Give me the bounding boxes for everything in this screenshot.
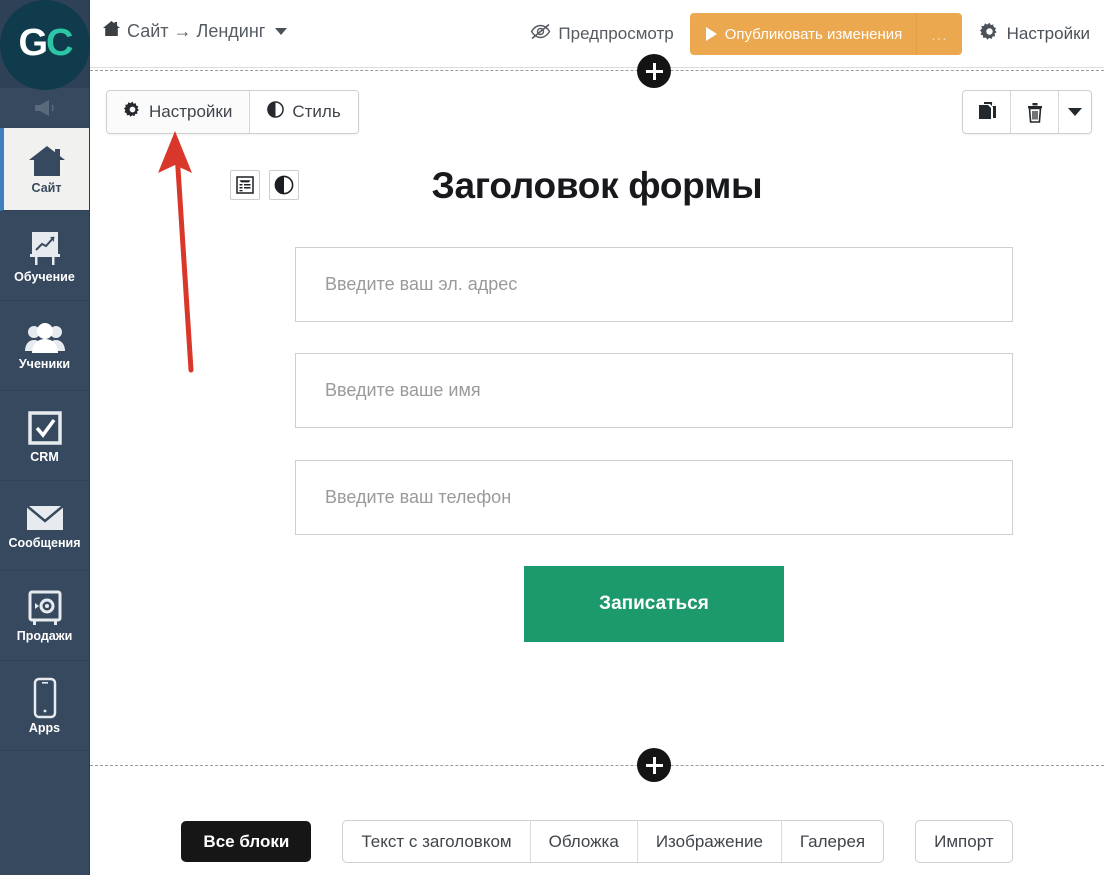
add-block-bottom[interactable] <box>637 748 671 782</box>
preview-button[interactable]: Предпросмотр <box>514 23 689 45</box>
logo-block[interactable]: GC <box>0 0 90 90</box>
email-field[interactable]: Введите ваш эл. адрес <box>295 247 1013 322</box>
settings-button[interactable]: Настройки <box>962 22 1104 46</box>
sidebar-item-label: Сообщения <box>8 535 81 550</box>
chevron-down-icon[interactable] <box>1059 91 1091 133</box>
sidebar-item-students[interactable]: Ученики <box>0 301 89 391</box>
phone-field[interactable]: Введите ваш телефон <box>295 460 1013 535</box>
name-field[interactable]: Введите ваше имя <box>295 353 1013 428</box>
publish-more-button[interactable]: ... <box>916 13 961 55</box>
users-icon <box>24 321 66 355</box>
palette-item-cover[interactable]: Обложка <box>531 821 638 862</box>
editor-canvas: Настройки Стиль Заголовок формы Введите … <box>90 54 1104 875</box>
eye-slash-icon <box>530 23 551 45</box>
palette-item-text-with-heading[interactable]: Текст с заголовком <box>343 821 531 862</box>
play-icon <box>705 27 717 41</box>
sidebar-item-label: Обучение <box>14 269 75 284</box>
sidebar-item-announcements[interactable] <box>0 88 89 128</box>
sidebar-item-messages[interactable]: Сообщения <box>0 481 89 571</box>
sidebar-item-label: Сайт <box>31 181 62 196</box>
publish-changes-button[interactable]: Опубликовать изменения ... <box>689 13 962 55</box>
palette-item-gallery[interactable]: Галерея <box>782 821 883 862</box>
sidebar-item-label: Apps <box>28 720 61 735</box>
block-settings-tabs: Настройки Стиль <box>106 90 359 134</box>
block-separator-bottom <box>90 765 1104 766</box>
block-separator-top <box>90 70 1104 71</box>
easel-chart-icon <box>25 228 65 268</box>
top-header: Сайт → Лендинг Предпросмотр Опубликовать… <box>90 0 1104 68</box>
publish-main[interactable]: Опубликовать изменения <box>690 13 917 55</box>
name-field-placeholder: Введите ваше имя <box>325 380 481 400</box>
logo-letter-g: G <box>18 22 48 64</box>
sidebar-item-label: Ученики <box>18 356 71 371</box>
block-action-buttons <box>962 90 1092 134</box>
sidebar-item-sales[interactable]: Продажи <box>0 571 89 661</box>
breadcrumb-text: Сайт → Лендинг <box>127 20 266 41</box>
settings-label: Настройки <box>1006 24 1090 43</box>
sidebar-item-label: Продажи <box>16 628 73 643</box>
gear-icon <box>979 22 999 46</box>
copy-icon[interactable] <box>963 91 1011 133</box>
safe-icon <box>25 589 65 627</box>
form-title: Заголовок формы <box>431 165 763 206</box>
preview-label: Предпросмотр <box>558 24 674 43</box>
publish-label: Опубликовать изменения <box>724 25 903 43</box>
trash-icon[interactable] <box>1011 91 1059 133</box>
checkbox-icon <box>25 408 65 448</box>
all-blocks-button[interactable]: Все блоки <box>181 821 312 862</box>
gear-icon <box>123 101 141 123</box>
sidebar-item-label: CRM <box>30 449 59 464</box>
palette-group-import: Импорт <box>915 820 1013 863</box>
gc-logo[interactable]: GC <box>0 0 90 90</box>
header-actions: Предпросмотр Опубликовать изменения ... … <box>514 0 1104 68</box>
palette-item-image[interactable]: Изображение <box>638 821 782 862</box>
contrast-icon <box>267 101 285 123</box>
main-sidebar: GC Сайт Обучение Ученики CRM Сообщения П… <box>0 0 90 875</box>
megaphone-icon <box>32 98 58 118</box>
palette-item-import[interactable]: Импорт <box>916 821 1011 862</box>
phone-icon <box>31 677 59 719</box>
palette-group-main: Текст с заголовком Обложка Изображение Г… <box>342 820 885 863</box>
sidebar-item-crm[interactable]: CRM <box>0 391 89 481</box>
sidebar-item-training[interactable]: Обучение <box>0 211 89 301</box>
breadcrumb[interactable]: Сайт → Лендинг <box>102 20 288 42</box>
sidebar-item-apps[interactable]: Apps <box>0 661 89 751</box>
logo-letter-c: C <box>46 22 73 64</box>
phone-field-placeholder: Введите ваш телефон <box>325 487 512 507</box>
add-block-top[interactable] <box>637 54 671 88</box>
sidebar-item-site[interactable]: Сайт <box>0 128 89 211</box>
submit-button-label: Записаться <box>599 593 709 614</box>
landing-page-editor: GC Сайт Обучение Ученики CRM Сообщения П… <box>0 0 1104 875</box>
tab-settings[interactable]: Настройки <box>107 91 251 133</box>
home-icon <box>26 143 68 179</box>
envelope-icon <box>24 502 66 534</box>
caret-down-icon[interactable] <box>275 27 288 35</box>
block-palette: Все блоки Текст с заголовком Обложка Изо… <box>90 808 1104 875</box>
tab-settings-label: Настройки <box>149 102 233 121</box>
submit-button[interactable]: Записаться <box>524 566 784 642</box>
home-icon <box>102 20 121 42</box>
tab-style-label: Стиль <box>292 102 341 121</box>
email-field-placeholder: Введите ваш эл. адрес <box>325 274 518 294</box>
tab-style[interactable]: Стиль <box>250 91 358 133</box>
